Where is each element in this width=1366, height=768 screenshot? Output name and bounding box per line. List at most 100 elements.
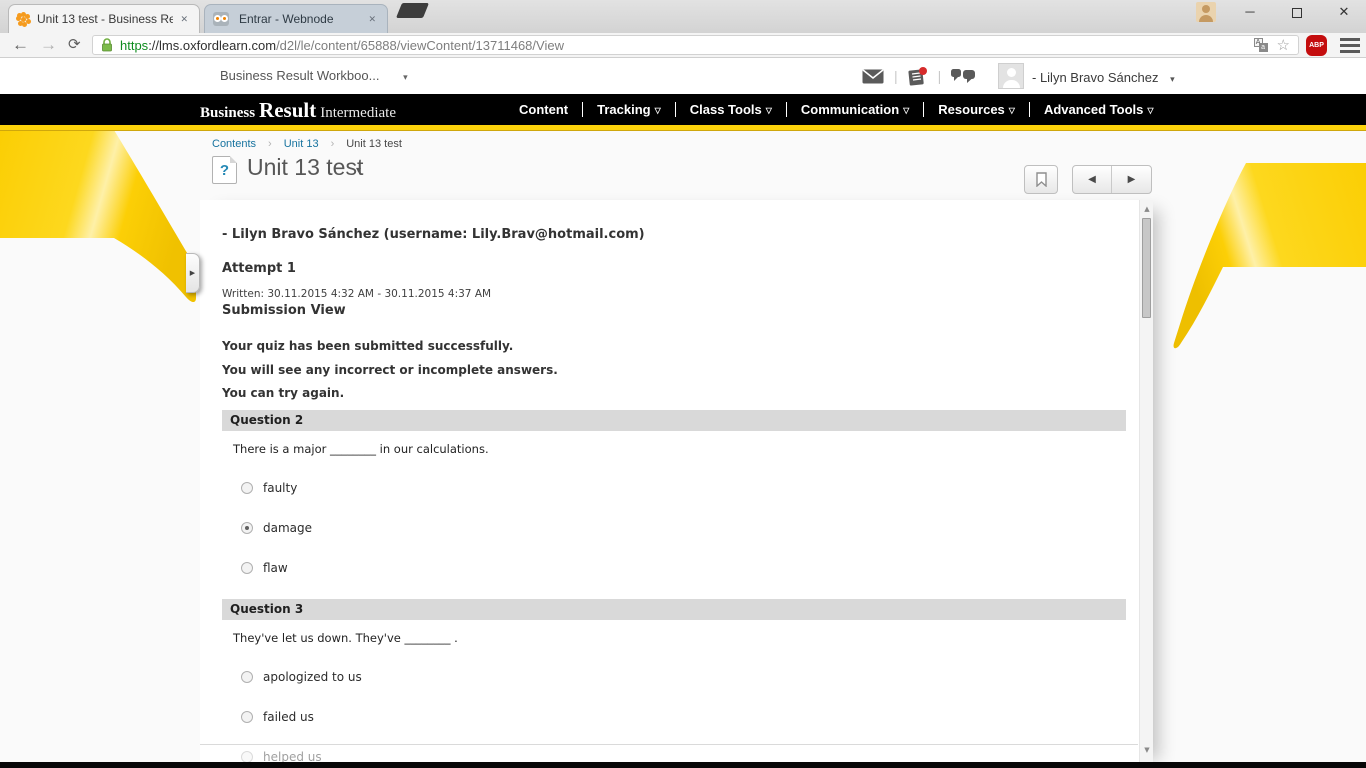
nav-item-advanced-tools[interactable]: Advanced Tools▽ [1030,102,1168,117]
content-scrollbar[interactable]: ▲ ▼ [1139,200,1153,762]
user-name-label: - Lilyn Bravo Sánchez [1032,70,1158,85]
next-icon: ▶ [1128,174,1136,185]
option-label: apologized to us [263,670,362,684]
course-bar: Business Result Workboo... ▾ | | [0,58,1366,94]
tab-close-icon[interactable]: ✕ [365,12,379,27]
forward-button[interactable]: → [40,33,57,57]
nav-item-communication[interactable]: Communication▽ [787,102,923,117]
browser-menu-button[interactable] [1340,38,1360,53]
nav-item-class-tools[interactable]: Class Tools▽ [676,102,786,117]
option-label: faulty [263,481,297,495]
webnode-favicon [213,12,229,26]
panel-expand-handle[interactable]: ▶ [186,253,200,293]
caret-down-icon: ▾ [403,72,408,82]
tab-unit-13-test[interactable]: Unit 13 test - Business Res ✕ [8,4,200,33]
option-label: failed us [263,710,314,724]
scrollbar-thumb[interactable] [1142,218,1151,318]
window-minimize-button[interactable]: ─ [1233,0,1267,24]
separator: | [938,68,942,84]
padlock-icon [101,38,113,52]
bookmark-star-icon[interactable]: ☆ [1277,36,1290,54]
question-3-header: Question 3 [222,599,1126,620]
course-brand-logo: Business Result Intermediate [200,98,396,123]
next-button[interactable]: ▶ [1112,166,1151,193]
radio-faulty[interactable] [241,482,253,494]
adblock-plus-extension-button[interactable]: ABP [1306,35,1327,56]
theme-yellow-stripe [0,125,1366,131]
tab-close-icon[interactable]: ✕ [177,12,191,27]
scroll-down-icon[interactable]: ▼ [1140,746,1154,754]
tab-entrar-webnode[interactable]: Entrar - Webnode ✕ [204,4,388,33]
user-avatar[interactable] [998,63,1024,89]
user-menu[interactable]: - Lilyn Bravo Sánchez ▾ [1032,70,1175,85]
url-text: https://lms.oxfordlearn.com/d2l/le/conte… [120,38,1254,53]
radio-failed-us[interactable] [241,711,253,723]
radio-apologized-to-us[interactable] [241,671,253,683]
translate-icon[interactable]: Aa [1254,38,1268,52]
bookmark-icon [1036,172,1047,187]
submission-view-heading: Submission View [222,303,346,318]
envelope-icon [862,69,884,84]
nav-item-tracking[interactable]: Tracking▽ [583,102,675,117]
option-row: flaw [241,561,288,575]
update-alerts-button[interactable] [908,67,928,86]
bottom-screen-edge [0,762,1366,768]
radio-flaw[interactable] [241,562,253,574]
submission-message: You can try again. [222,386,344,400]
breadcrumb-separator-icon: › [331,138,335,150]
breadcrumb-unit-13[interactable]: Unit 13 [284,138,319,150]
chevron-right-icon: ▶ [190,269,195,277]
radio-damage-selected[interactable] [241,522,253,534]
window-maximize-button[interactable] [1280,0,1314,24]
submission-message: You will see any incorrect or incomplete… [222,363,558,377]
submission-message: Your quiz has been submitted successfull… [222,339,513,353]
browser-tab-bar: Unit 13 test - Business Res ✕ Entrar - W… [0,0,1366,33]
page-title: Unit 13 test [247,154,363,181]
separator: | [894,68,898,84]
reload-button[interactable]: ⟳ [68,33,81,57]
navbar-menu: Content Tracking▽ Class Tools▽ Communica… [505,94,1168,125]
previous-button[interactable]: ◀ [1073,166,1112,193]
scroll-up-icon[interactable]: ▲ [1140,205,1154,213]
student-identity-line: - Lilyn Bravo Sánchez (username: Lily.Br… [222,227,645,242]
attempt-heading: Attempt 1 [222,261,296,276]
quiz-document-icon: ? [212,156,237,184]
chat-bubbles-icon [951,69,976,84]
course-selector[interactable]: Business Result Workboo... ▾ [220,68,408,83]
option-row: damage [241,521,312,535]
title-actions-caret[interactable]: ▾ [356,165,361,176]
breadcrumb: Contents › Unit 13 › Unit 13 test [212,138,402,150]
chevron-down-icon: ▽ [655,106,661,115]
chevron-down-icon: ▽ [903,106,909,115]
option-label: damage [263,521,312,535]
message-alerts-button[interactable] [862,69,884,84]
close-icon: ✕ [1339,4,1350,19]
browser-profile-icon[interactable] [1196,2,1216,22]
content-bottom-divider [200,744,1138,745]
tab-title: Entrar - Webnode [239,12,361,26]
option-row: failed us [241,710,314,724]
maximize-icon [1292,8,1302,18]
chat-alerts-button[interactable] [951,69,976,84]
browser-toolbar: ← → ⟳ https://lms.oxfordlearn.com/d2l/le… [0,33,1366,58]
new-tab-button[interactable] [396,3,429,18]
content-pager: ◀ ▶ [1072,165,1152,194]
nav-item-content[interactable]: Content [505,102,582,117]
d2l-favicon [21,17,26,22]
back-button[interactable]: ← [12,33,29,57]
address-bar[interactable]: https://lms.oxfordlearn.com/d2l/le/conte… [92,35,1299,55]
written-timestamp: Written: 30.11.2015 4:32 AM - 30.11.2015… [222,288,491,300]
nav-item-resources[interactable]: Resources▽ [924,102,1029,117]
question-2-header: Question 2 [222,410,1126,431]
bookmark-button[interactable] [1024,165,1058,194]
tab-title: Unit 13 test - Business Res [37,12,173,26]
option-label: flaw [263,561,288,575]
breadcrumb-separator-icon: › [268,138,272,150]
caret-down-icon: ▾ [1170,74,1175,84]
minimize-icon: ─ [1245,4,1254,19]
option-row: faulty [241,481,297,495]
breadcrumb-contents[interactable]: Contents [212,138,256,150]
breadcrumb-current: Unit 13 test [346,138,402,150]
window-close-button[interactable]: ✕ [1327,0,1361,24]
question-2-prompt: There is a major ________ in our calcula… [233,442,489,456]
